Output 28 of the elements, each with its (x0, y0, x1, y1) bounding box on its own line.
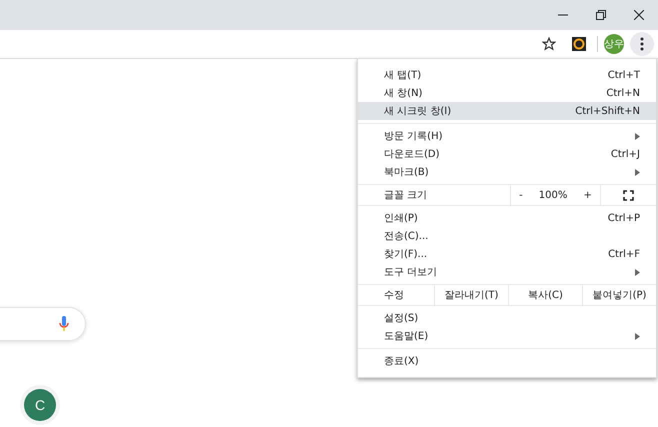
close-icon[interactable] (634, 10, 644, 20)
menu-label: 수정 (383, 289, 405, 302)
menu-item[interactable]: 도구 더보기 (358, 263, 656, 281)
menu-label: 글꼴 크기 (383, 189, 428, 202)
microphone-icon[interactable] (59, 316, 69, 332)
menu-item[interactable]: 방문 기록(H) (358, 127, 656, 145)
menu-item[interactable]: 새 창(N) Ctrl+N (358, 84, 656, 102)
edit-button[interactable]: 붙여넣기(P) (582, 285, 656, 305)
zoom-out-button[interactable]: - (515, 190, 527, 200)
menu-item[interactable]: 새 시크릿 창(I) Ctrl+Shift+N (358, 102, 656, 120)
edit-button[interactable]: 잘라내기(T) (434, 285, 508, 305)
menu-item[interactable]: 종료(X) (358, 352, 656, 370)
menu-item[interactable]: 새 탭(T) Ctrl+T (358, 66, 656, 84)
restore-icon[interactable] (596, 10, 606, 20)
search-field[interactable] (0, 307, 86, 341)
menu-item[interactable]: 다운로드(D) Ctrl+J (358, 145, 656, 163)
edit-button[interactable]: 복사(C) (508, 285, 582, 305)
menu-item[interactable]: 도움말(E) (358, 327, 656, 345)
shortcut-tile[interactable]: C (24, 389, 56, 421)
fullscreen-icon[interactable] (623, 190, 634, 200)
zoom-level: 100% (538, 190, 568, 200)
menu-item[interactable]: 인쇄(P) Ctrl+P (358, 209, 656, 227)
zoom-in-button[interactable]: + (580, 190, 596, 200)
menu-item[interactable]: 설정(S) (358, 309, 656, 327)
menu-item[interactable]: 북마크(B) (358, 163, 656, 181)
menu-item[interactable]: 전송(C)... (358, 227, 656, 245)
menu-item[interactable]: 찾기(F)... Ctrl+F (358, 245, 656, 263)
menu-icon[interactable] (630, 32, 654, 56)
